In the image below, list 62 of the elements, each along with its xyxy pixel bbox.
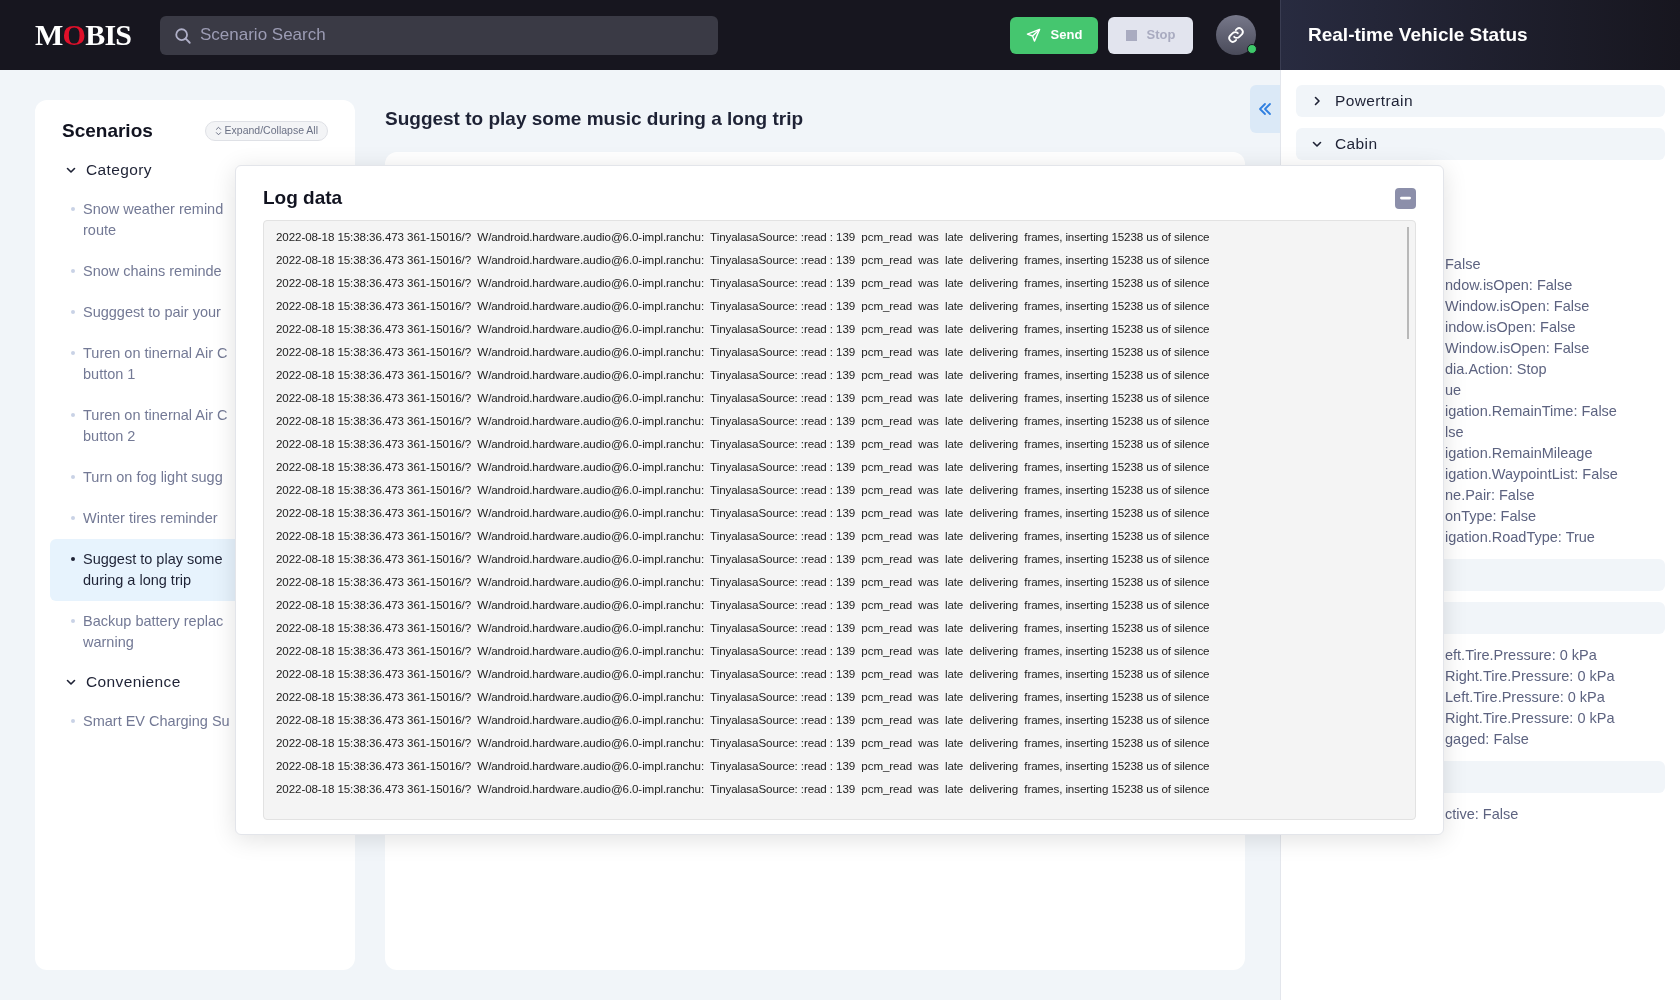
status-value: igation.RoadType: True [1445, 528, 1596, 547]
minimize-button[interactable] [1395, 187, 1416, 209]
group-header[interactable]: Convenience [35, 665, 181, 698]
log-line: 2022-08-18 15:38:36.473 361-15016/? W/android.hardware.audio@6.0-impl.ranchu: TinyalasaSource: :read : 139 pcm_read was late delivering frames, inserting 15238 us of silence [276, 297, 1211, 314]
section-header[interactable]: Powertrain [1296, 85, 1665, 117]
status-value: igation.RemainMileage [1445, 444, 1594, 463]
status-value: ne.Pair: False [1445, 486, 1536, 505]
status-value: Left.Tire.Pressure: 0 kPa [1445, 688, 1606, 707]
status-value: ue [1445, 381, 1463, 400]
log-line: 2022-08-18 15:38:36.473 361-15016/? W/android.hardware.audio@6.0-impl.ranchu: TinyalasaSource: :read : 139 pcm_read was late delivering frames, inserting 15238 us of silence [276, 435, 1211, 452]
log-line: 2022-08-18 15:38:36.473 361-15016/? W/android.hardware.audio@6.0-impl.ranchu: TinyalasaSource: :read : 139 pcm_read was late delivering frames, inserting 15238 us of silence [276, 619, 1211, 636]
status-value: eft.Tire.Pressure: 0 kPa [1445, 646, 1598, 665]
status-value: gaged: False [1445, 730, 1530, 749]
minus-icon [1400, 196, 1411, 201]
panel-title: Real-time Vehicle Status [1308, 22, 1528, 47]
search-icon [174, 26, 192, 45]
log-line: 2022-08-18 15:38:36.473 361-15016/? W/android.hardware.audio@6.0-impl.ranchu: TinyalasaSource: :read : 139 pcm_read was late delivering frames, inserting 15238 us of silence [276, 504, 1211, 521]
log-line: 2022-08-18 15:38:36.473 361-15016/? W/android.hardware.audio@6.0-impl.ranchu: TinyalasaSource: :read : 139 pcm_read was late delivering frames, inserting 15238 us of silence [276, 780, 1211, 797]
log-line: 2022-08-18 15:38:36.473 361-15016/? W/android.hardware.audio@6.0-impl.ranchu: TinyalasaSource: :read : 139 pcm_read was late delivering frames, inserting 15238 us of silence [276, 343, 1211, 360]
log-line: 2022-08-18 15:38:36.473 361-15016/? W/android.hardware.audio@6.0-impl.ranchu: TinyalasaSource: :read : 139 pcm_read was late delivering frames, inserting 15238 us of silence [276, 757, 1211, 774]
log-line: 2022-08-18 15:38:36.473 361-15016/? W/android.hardware.audio@6.0-impl.ranchu: TinyalasaSource: :read : 139 pcm_read was late delivering frames, inserting 15238 us of silence [276, 366, 1211, 383]
group-header[interactable]: Category [35, 153, 152, 186]
log-line: 2022-08-18 15:38:36.473 361-15016/? W/android.hardware.audio@6.0-impl.ranchu: TinyalasaSource: :read : 139 pcm_read was late delivering frames, inserting 15238 us of silence [276, 412, 1211, 429]
log-line: 2022-08-18 15:38:36.473 361-15016/? W/android.hardware.audio@6.0-impl.ranchu: TinyalasaSource: :read : 139 pcm_read was late delivering frames, inserting 15238 us of silence [276, 711, 1211, 728]
status-value: Right.Tire.Pressure: 0 kPa [1445, 667, 1616, 686]
log-line: 2022-08-18 15:38:36.473 361-15016/? W/android.hardware.audio@6.0-impl.ranchu: TinyalasaSource: :read : 139 pcm_read was late delivering frames, inserting 15238 us of silence [276, 320, 1211, 337]
expand-collapse-button[interactable]: Expand/Collapse All [204, 121, 328, 142]
status-value: Window.isOpen: False [1445, 339, 1591, 358]
status-value: False [1445, 255, 1482, 274]
search-field[interactable]: Scenario Search [160, 15, 718, 55]
log-line: 2022-08-18 15:38:36.473 361-15016/? W/android.hardware.audio@6.0-impl.ranchu: TinyalasaSource: :read : 139 pcm_read was late delivering frames, inserting 15238 us of silence [276, 665, 1211, 682]
status-value: igation.RemainTime: False [1445, 402, 1618, 421]
link-icon [1225, 24, 1247, 46]
log-line: 2022-08-18 15:38:36.473 361-15016/? W/android.hardware.audio@6.0-impl.ranchu: TinyalasaSource: :read : 139 pcm_read was late delivering frames, inserting 15238 us of silence [276, 389, 1211, 406]
log-line: 2022-08-18 15:38:36.473 361-15016/? W/android.hardware.audio@6.0-impl.ranchu: TinyalasaSource: :read : 139 pcm_read was late delivering frames, inserting 15238 us of silence [276, 734, 1211, 751]
collapse-button[interactable] [1250, 85, 1280, 133]
status-value: Window.isOpen: False [1445, 297, 1591, 316]
section-header[interactable]: Cabin [1296, 128, 1665, 160]
log-line: 2022-08-18 15:38:36.473 361-15016/? W/android.hardware.audio@6.0-impl.ranchu: TinyalasaSource: :read : 139 pcm_read was late delivering frames, inserting 15238 us of silence [276, 642, 1211, 659]
page-title: Suggest to play some music during a long trip [385, 107, 805, 131]
log-line: 2022-08-18 15:38:36.473 361-15016/? W/android.hardware.audio@6.0-impl.ranchu: TinyalasaSource: :read : 139 pcm_read was late delivering frames, inserting 15238 us of silence [276, 228, 1211, 245]
sort-icon [214, 126, 222, 137]
log-line: 2022-08-18 15:38:36.473 361-15016/? W/android.hardware.audio@6.0-impl.ranchu: TinyalasaSource: :read : 139 pcm_read was late delivering frames, inserting 15238 us of silence [276, 251, 1211, 268]
scrollbar[interactable] [1407, 226, 1409, 339]
status-value: igation.WaypointList: False [1445, 465, 1619, 484]
status-value: lse [1445, 423, 1465, 442]
log-line: 2022-08-18 15:38:36.473 361-15016/? W/android.hardware.audio@6.0-impl.ranchu: TinyalasaSource: :read : 139 pcm_read was late delivering frames, inserting 15238 us of silence [276, 458, 1211, 475]
paper-plane-icon [1025, 27, 1041, 43]
double-chevron-left-icon [1257, 101, 1273, 117]
sidebar-title: Scenarios [62, 119, 153, 143]
log-line: 2022-08-18 15:38:36.473 361-15016/? W/android.hardware.audio@6.0-impl.ranchu: TinyalasaSource: :read : 139 pcm_read was late delivering frames, inserting 15238 us of silence [276, 688, 1211, 705]
stop-icon [1125, 29, 1137, 41]
status-value: dia.Action: Stop [1445, 360, 1548, 379]
log-line: 2022-08-18 15:38:36.473 361-15016/? W/android.hardware.audio@6.0-impl.ranchu: TinyalasaSource: :read : 139 pcm_read was late delivering frames, inserting 15238 us of silence [276, 481, 1211, 498]
log-line: 2022-08-18 15:38:36.473 361-15016/? W/android.hardware.audio@6.0-impl.ranchu: TinyalasaSource: :read : 139 pcm_read was late delivering frames, inserting 15238 us of silence [276, 274, 1211, 291]
status-value: Right.Tire.Pressure: 0 kPa [1445, 709, 1616, 728]
status-value: ndow.isOpen: False [1445, 276, 1574, 295]
dialog-title: Log data [263, 186, 343, 210]
status-value: ctive: False [1445, 805, 1520, 824]
connection-button[interactable] [1216, 15, 1256, 55]
status-value: indow.isOpen: False [1445, 318, 1577, 337]
status-value: onType: False [1445, 507, 1538, 526]
